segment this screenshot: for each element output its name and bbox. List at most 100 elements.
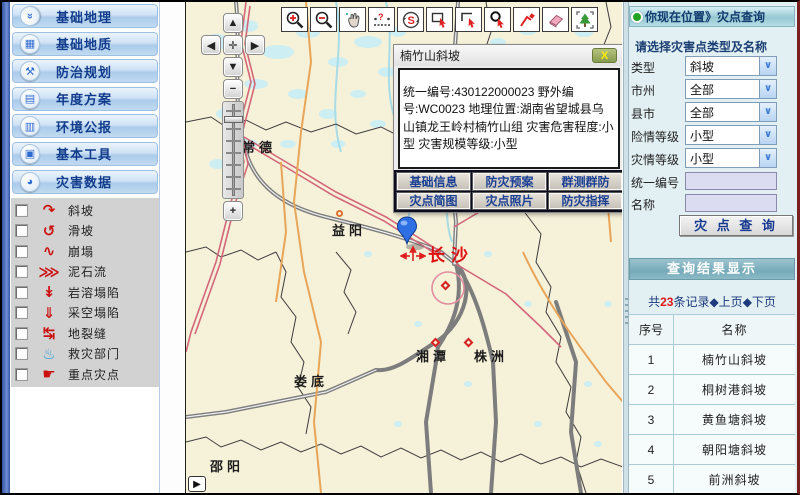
risk-level-select[interactable]: 小型 ∨ — [685, 125, 777, 145]
location-dot-icon — [631, 11, 643, 23]
layers-tree-button[interactable] — [571, 7, 598, 32]
monitor-icon: ▦ — [20, 34, 40, 54]
chevron-down-icon: ∨ — [759, 80, 776, 98]
zoom-slider[interactable] — [222, 101, 244, 199]
layer-checkbox[interactable] — [15, 286, 28, 299]
query-button[interactable]: 灾 点 查 询 — [679, 215, 793, 236]
chevrons-down-icon: « — [20, 6, 40, 26]
scale-button[interactable]: S — [397, 7, 424, 32]
unified-id-input[interactable] — [685, 172, 777, 190]
chevron-down-icon: ∨ — [759, 57, 776, 75]
prev-page-link[interactable]: ◆上页 — [709, 295, 742, 309]
draw-line-button[interactable] — [513, 7, 540, 32]
rect-select-button[interactable] — [426, 7, 453, 32]
sidebar-item-label: 年度方案 — [56, 89, 112, 108]
table-row[interactable]: 1 楠竹山斜坡 — [629, 345, 795, 375]
pan-hand-button[interactable] — [339, 7, 366, 32]
overview-arrow-button[interactable]: ▶ — [188, 476, 206, 492]
row-index: 4 — [629, 435, 674, 464]
city-select[interactable]: 全部 ∨ — [685, 79, 777, 99]
select-value: 全部 — [686, 104, 759, 121]
site-photo-button[interactable]: 灾点照片 — [473, 193, 546, 210]
legend-label: 重点灾点 — [68, 366, 120, 383]
group-monitor-button[interactable]: 群测群防 — [549, 173, 622, 190]
pagination-prefix: 共 — [648, 295, 660, 309]
chevron-down-icon: ∨ — [759, 126, 776, 144]
layer-checkbox[interactable] — [15, 265, 28, 278]
site-sketch-button[interactable]: 灾点简图 — [397, 193, 470, 210]
zoom-plus-button[interactable]: + — [223, 201, 243, 221]
type-select[interactable]: 斜坡 ∨ — [685, 56, 777, 76]
table-row[interactable]: 2 桐树港斜坡 — [629, 375, 795, 405]
breadcrumb-text: 你现在位置》灾点查询 — [645, 8, 765, 25]
legend-item-debris-flow: ⋙ 泥石流 — [11, 262, 159, 283]
sidebar-item-environment-bulletin[interactable]: ▥ 环境公报 — [11, 113, 159, 139]
zoom-tick — [226, 176, 241, 178]
query-panel: 你现在位置》灾点查询 请选择灾害点类型及名称 类型 斜坡 ∨ 市州 全部 ∨ 县… — [629, 2, 797, 493]
zoom-minus-button[interactable]: − — [223, 79, 243, 99]
row-name: 前洲斜坡 — [674, 471, 795, 488]
sidebar-item-label: 环境公报 — [56, 117, 112, 136]
city-label-shaoyang: 邵阳 — [210, 456, 244, 475]
table-row[interactable]: 5 前洲斜坡 — [629, 465, 795, 495]
sidebar-item-disaster-data[interactable]: ◕ 灾害数据 — [11, 169, 159, 195]
zoom-tick — [226, 164, 241, 166]
measure-distance-button[interactable]: ? — [368, 7, 395, 32]
sidebar-item-basic-geography[interactable]: « 基础地理 — [11, 3, 159, 29]
layer-checkbox[interactable] — [15, 368, 28, 381]
road-node-icon — [336, 210, 343, 217]
select-value: 全部 — [686, 81, 759, 98]
sidebar-item-prevention-planning[interactable]: ⚒ 防治规划 — [11, 58, 159, 84]
chevron-down-icon: ∨ — [759, 149, 776, 167]
rescue-department-icon: ♨ — [36, 345, 62, 363]
field-label: 市州 — [631, 82, 655, 99]
disaster-level-select[interactable]: 小型 ∨ — [685, 148, 777, 168]
circle-select-button[interactable] — [484, 7, 511, 32]
layer-legend: ↷ 斜坡 ↺ 滑坡 ∿ 崩塌 ⋙ 泥石流 ↡ 岩溶塌陷 — [11, 198, 159, 387]
rect-zoom-button[interactable] — [455, 7, 482, 32]
layer-checkbox[interactable] — [15, 327, 28, 340]
sidebar-item-basic-geology[interactable]: ▦ 基础地质 — [11, 31, 159, 57]
pan-right-button[interactable]: ▶ — [245, 35, 265, 55]
zoom-slider-thumb[interactable] — [224, 116, 243, 123]
basic-info-button[interactable]: 基础信息 — [397, 173, 470, 190]
layer-checkbox[interactable] — [15, 224, 28, 237]
column-header: 名称 — [674, 321, 795, 338]
sidebar-item-annual-plan[interactable]: ▤ 年度方案 — [11, 86, 159, 112]
name-input[interactable] — [685, 194, 777, 212]
sidebar-gutter — [159, 2, 185, 493]
next-page-link[interactable]: ◆下页 — [743, 295, 776, 309]
county-select[interactable]: 全部 ∨ — [685, 102, 777, 122]
city-label-changde: 常德 — [242, 137, 276, 156]
sidebar-item-label: 防治规划 — [56, 62, 112, 81]
table-row[interactable]: 4 朝阳塘斜坡 — [629, 435, 795, 465]
close-icon[interactable]: X — [592, 48, 617, 63]
sidebar-accent-strip — [2, 2, 10, 493]
collapse-icon: ∿ — [36, 242, 62, 260]
layer-checkbox[interactable] — [15, 347, 28, 360]
layer-checkbox[interactable] — [15, 245, 28, 258]
eraser-button[interactable] — [542, 7, 569, 32]
legend-label: 崩塌 — [68, 243, 94, 260]
pan-up-button[interactable]: ▲ — [223, 13, 243, 33]
command-button[interactable]: 防灾指挥 — [549, 193, 622, 210]
pan-center-button[interactable]: ✛ — [223, 35, 243, 55]
table-row[interactable]: 3 黄鱼塘斜坡 — [629, 405, 795, 435]
disaster-info-popup: 楠竹山斜坡 X 统一编号:430122000023 野外编号:WC0023 地理… — [393, 44, 622, 213]
map-toolbar: ? S — [281, 7, 598, 32]
legend-item-karst-collapse: ↡ 岩溶塌陷 — [11, 282, 159, 303]
toolbox-icon: ▣ — [20, 144, 40, 164]
layer-checkbox[interactable] — [15, 306, 28, 319]
zoom-in-button[interactable] — [281, 7, 308, 32]
pan-down-button[interactable]: ▼ — [223, 57, 243, 77]
map-canvas[interactable]: 常德 益阳 长沙 湘潭 株洲 娄底 邵阳 — [185, 2, 622, 493]
row-index: 3 — [629, 405, 674, 434]
zoom-out-button[interactable] — [310, 7, 337, 32]
popup-button-grid: 基础信息 防灾预案 群测群防 灾点简图 灾点照片 防灾指挥 — [394, 170, 622, 212]
layer-checkbox[interactable] — [15, 204, 28, 217]
pan-left-button[interactable]: ◀ — [201, 35, 221, 55]
prevention-plan-button[interactable]: 防灾预案 — [473, 173, 546, 190]
sidebar-item-basic-tools[interactable]: ▣ 基本工具 — [11, 141, 159, 167]
splitter-grip — [625, 298, 628, 324]
select-value: 小型 — [686, 127, 759, 144]
